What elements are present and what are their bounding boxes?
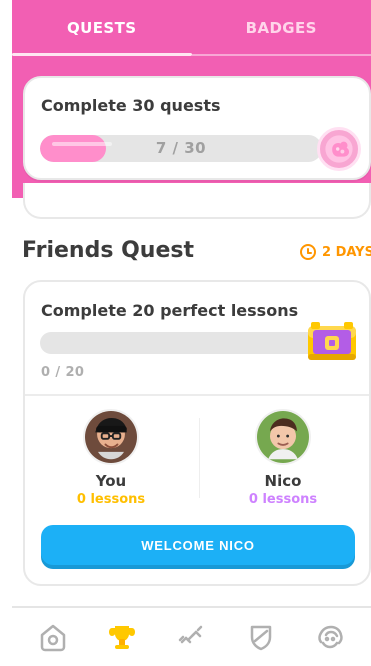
friends-quest-card: Complete 20 perfect lessons 0 / 20 You 0… [23, 280, 371, 586]
nav-practice[interactable] [166, 615, 216, 659]
bottom-navigation [12, 608, 371, 666]
friends-progress-count: 0 / 20 [41, 365, 85, 380]
participant-nico: Nico 0 lessons [213, 409, 353, 508]
profile-icon [318, 625, 343, 649]
dumbbell-icon [179, 625, 203, 644]
participant-you-lessons: 0 lessons [76, 492, 146, 507]
clock-icon [300, 244, 316, 260]
trophy-icon [109, 626, 136, 649]
days-remaining-text: 2 DAYS [322, 244, 371, 260]
quest-title: Complete 30 quests [41, 96, 221, 115]
nico-avatar [255, 409, 311, 465]
friends-quest-heading: Friends Quest [22, 238, 194, 263]
quest-card: Complete 30 quests 7 / 30 [23, 76, 371, 180]
friends-quest-title: Complete 20 perfect lessons [41, 301, 299, 320]
quest-progress-bar: 7 / 30 [40, 135, 322, 162]
tab-bar: QUESTS BADGES [12, 0, 371, 56]
nav-leagues[interactable] [236, 615, 286, 659]
participant-you: You 0 lessons [41, 409, 181, 508]
quest-progress-text: 7 / 30 [155, 139, 207, 157]
quest-card-underlay [23, 183, 371, 219]
shield-icon [250, 625, 272, 651]
participant-nico-name: Nico [264, 472, 302, 490]
participant-nico-lessons: 0 lessons [248, 492, 318, 507]
nav-home[interactable] [28, 615, 78, 659]
treasure-chest-icon [306, 320, 358, 364]
days-remaining-badge: 2 DAYS [300, 244, 371, 260]
friends-card-divider [25, 394, 369, 396]
gift-badge-icon [317, 127, 361, 171]
participant-you-name: You [95, 472, 127, 490]
friends-progress-bar [40, 332, 322, 354]
tab-quests[interactable]: QUESTS [12, 0, 192, 56]
nav-quests[interactable] [97, 615, 147, 659]
welcome-nico-button[interactable]: WELCOME NICO [41, 525, 355, 565]
participants-divider [199, 418, 200, 498]
home-icon [40, 624, 65, 652]
nav-profile[interactable] [305, 615, 355, 659]
tab-badges[interactable]: BADGES [191, 0, 371, 56]
you-avatar [83, 409, 139, 465]
